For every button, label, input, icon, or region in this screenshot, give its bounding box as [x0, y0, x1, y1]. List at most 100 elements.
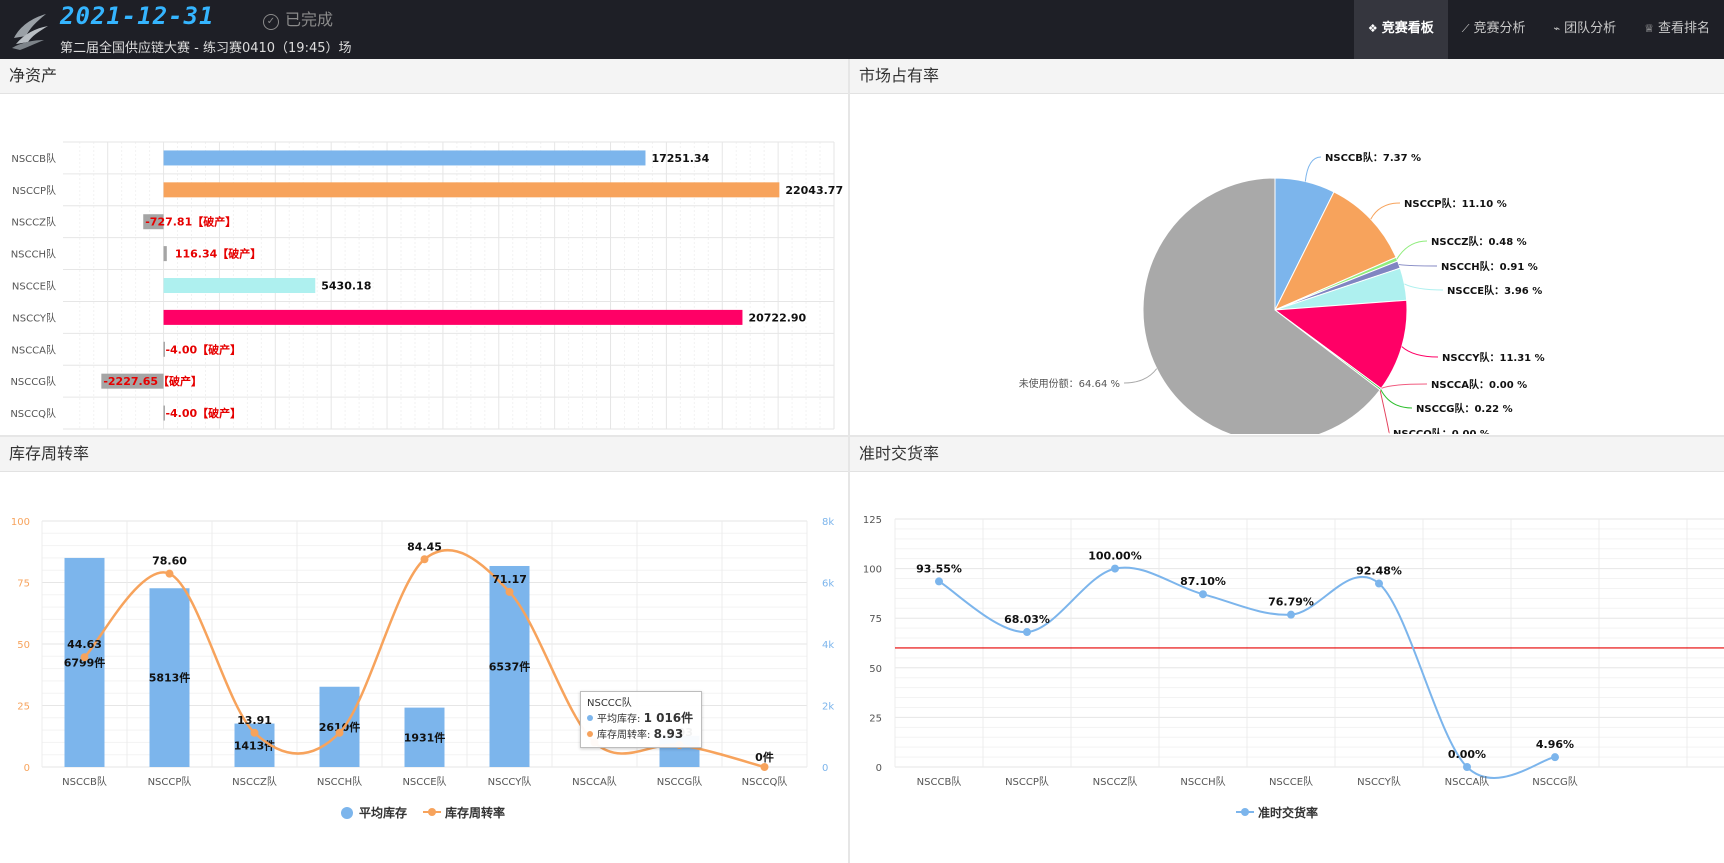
turnover-point [760, 763, 769, 771]
tooltip-avg-label: 平均库存: [597, 714, 641, 725]
net-asset-value-label: 20722.90 [748, 311, 806, 324]
turnover-value-label: 84.45 [407, 540, 442, 553]
net-asset-value-label: 116.34【破产】 [175, 247, 261, 261]
on-time-point [1463, 763, 1471, 771]
y-left-tick-label: 75 [17, 579, 30, 590]
net-assets-title: 净资产 [0, 59, 848, 94]
y-left-tick-label: 100 [11, 517, 30, 528]
turnover-point [250, 728, 259, 737]
on-time-value-label: 87.10% [1180, 575, 1226, 588]
avg-inventory-label: 6537件 [489, 659, 531, 673]
nav-analysis[interactable]: ⟋ 竞赛分析 [1448, 0, 1540, 59]
on-time-point [935, 577, 943, 586]
x-tick-label: NSCCG队 [657, 775, 703, 788]
net-asset-value-label: -4.00【破产】 [165, 342, 241, 356]
x-tick-label: NSCCZ队 [1093, 775, 1138, 788]
net-asset-bar [163, 309, 743, 325]
tooltip-turn-value: 8.93 [653, 727, 684, 741]
line-chart-icon: ⟋ [1461, 22, 1470, 35]
market-share-panel: 市场占有率 NSCCB队：7.37 % NSCCP队：11.10 % NSCCZ队：… [850, 59, 1724, 435]
on-time-value-label: 68.03% [1004, 613, 1050, 626]
nav-dashboard-label: 竞赛看板 [1381, 21, 1434, 36]
trophy-icon: ♕ [1644, 22, 1654, 35]
y-tick-label: 50 [869, 664, 882, 675]
pie-leader-line [1398, 264, 1438, 267]
y-tick-label: NSCCZ队 [11, 216, 56, 229]
turnover-point [80, 653, 89, 662]
x-tick-label: NSCCZ队 [232, 775, 277, 788]
y-left-tick-label: 0 [24, 763, 30, 774]
legend-label-turnover: 库存周转率 [445, 805, 505, 820]
pie-slice-label: 未使用份额：64.64 % [1019, 377, 1120, 390]
net-asset-value-label: -727.81【破产】 [145, 215, 236, 229]
on-time-value-label: 76.79% [1268, 596, 1314, 609]
on-time-point [1375, 579, 1383, 588]
net-asset-value-label: -2227.65【破产】 [103, 374, 202, 388]
tooltip-dot-orange [587, 731, 593, 737]
legend-label-avg-inventory: 平均库存 [359, 805, 407, 820]
pie-leader-line [1396, 240, 1428, 260]
turnover-point [420, 555, 429, 564]
y-tick-label: 100 [863, 565, 882, 576]
net-asset-value-label: 22043.77 [785, 184, 843, 197]
nav-team-analysis-label: 团队分析 [1564, 21, 1617, 36]
net-asset-value-label: -4.00【破产】 [165, 406, 241, 420]
on-time-point [1287, 610, 1295, 619]
legend-marker-turnover [428, 808, 436, 816]
y-left-tick-label: 50 [17, 640, 30, 651]
on-time-point [1023, 628, 1031, 637]
x-tick-label: NSCCB队 [62, 775, 107, 788]
top-bar: 2021-12-31 ✓ 已完成 第二届全国供应链大赛 - 练习赛0410（19:… [0, 0, 1724, 59]
pie-slice-label: NSCCZ队：0.48 % [1431, 235, 1527, 248]
pie-slice-label: NSCCQ队：0.00 % [1393, 427, 1490, 434]
y-tick-label: NSCCH队 [11, 248, 56, 261]
on-time-point [1111, 564, 1119, 573]
y-tick-label: NSCCE队 [12, 280, 56, 293]
tooltip-row-turn: 库存周转率: 8.93 [587, 727, 695, 743]
avg-inventory-label: 1931件 [404, 730, 446, 744]
legend-marker-on-time [1241, 808, 1249, 816]
turnover-value-label: 71.17 [492, 573, 527, 586]
y-right-tick-label: 4k [822, 640, 834, 651]
nav-team-analysis[interactable]: ⌁ 团队分析 [1539, 0, 1630, 59]
on-time-point [1199, 590, 1207, 599]
net-assets-chart: NSCCB队 17251.34 NSCCP队 22043.77 NSCCZ队 -727.8… [10, 141, 843, 430]
avg-inventory-label: 5813件 [149, 671, 191, 685]
x-tick-label: NSCCG队 [1532, 775, 1578, 788]
tooltip-turn-label: 库存周转率: [597, 730, 651, 741]
turnover-value-label: 13.91 [237, 714, 272, 727]
net-asset-value-label: 5430.18 [321, 280, 371, 293]
market-share-chart: NSCCB队：7.37 % NSCCP队：11.10 % NSCCZ队：0.48 %… [1019, 151, 1545, 435]
logo-icon [12, 14, 48, 50]
nav-analysis-label: 竞赛分析 [1473, 21, 1526, 36]
diamond-icon: ❖ [1367, 22, 1378, 35]
competition-date: 2021-12-31 [60, 2, 215, 30]
pie-slice-label: NSCCH队：0.91 % [1441, 260, 1538, 273]
pie-leader-line [1304, 156, 1322, 182]
nav-ranking[interactable]: ♕ 查看排名 [1630, 0, 1724, 59]
turnover-value-label: 44.63 [67, 638, 102, 651]
y-tick-label: NSCCQ队 [10, 407, 56, 420]
y-tick-label: NSCCY队 [12, 311, 56, 324]
nav-ranking-label: 查看排名 [1657, 21, 1710, 36]
legend-marker-avg-inventory [341, 807, 353, 819]
main-nav: ❖ 竞赛看板 ⟋ 竞赛分析 ⌁ 团队分析 ♕ 查看排名 [1353, 0, 1724, 59]
on-time-point [1551, 753, 1559, 762]
on-time-value-label: 0.00% [1448, 748, 1486, 761]
x-tick-label: NSCCH队 [317, 775, 362, 788]
nav-dashboard[interactable]: ❖ 竞赛看板 [1353, 0, 1448, 59]
pie-leader-line [1123, 368, 1158, 384]
pie-leader-line [1401, 346, 1439, 358]
on-time-value-label: 93.55% [916, 562, 962, 575]
status-label: ✓ 已完成 [263, 6, 333, 30]
net-asset-value-label: 17251.34 [651, 152, 709, 165]
x-tick-label: NSCCP队 [1005, 775, 1049, 788]
net-asset-bar [163, 182, 780, 198]
pulse-icon: ⌁ [1553, 22, 1561, 35]
y-right-tick-label: 8k [822, 517, 834, 528]
pie-slice-label: NSCCY队：11.31 % [1442, 351, 1545, 364]
tooltip-row-avg: 平均库存: 1 016件 [587, 711, 695, 727]
inventory-turnover-chart: 025507510002k4k6k8k6799件NSCCB队5813件NSCCP… [11, 517, 834, 820]
x-tick-label: NSCCQ队 [742, 775, 788, 788]
avg-inventory-label: 0件 [755, 750, 774, 764]
